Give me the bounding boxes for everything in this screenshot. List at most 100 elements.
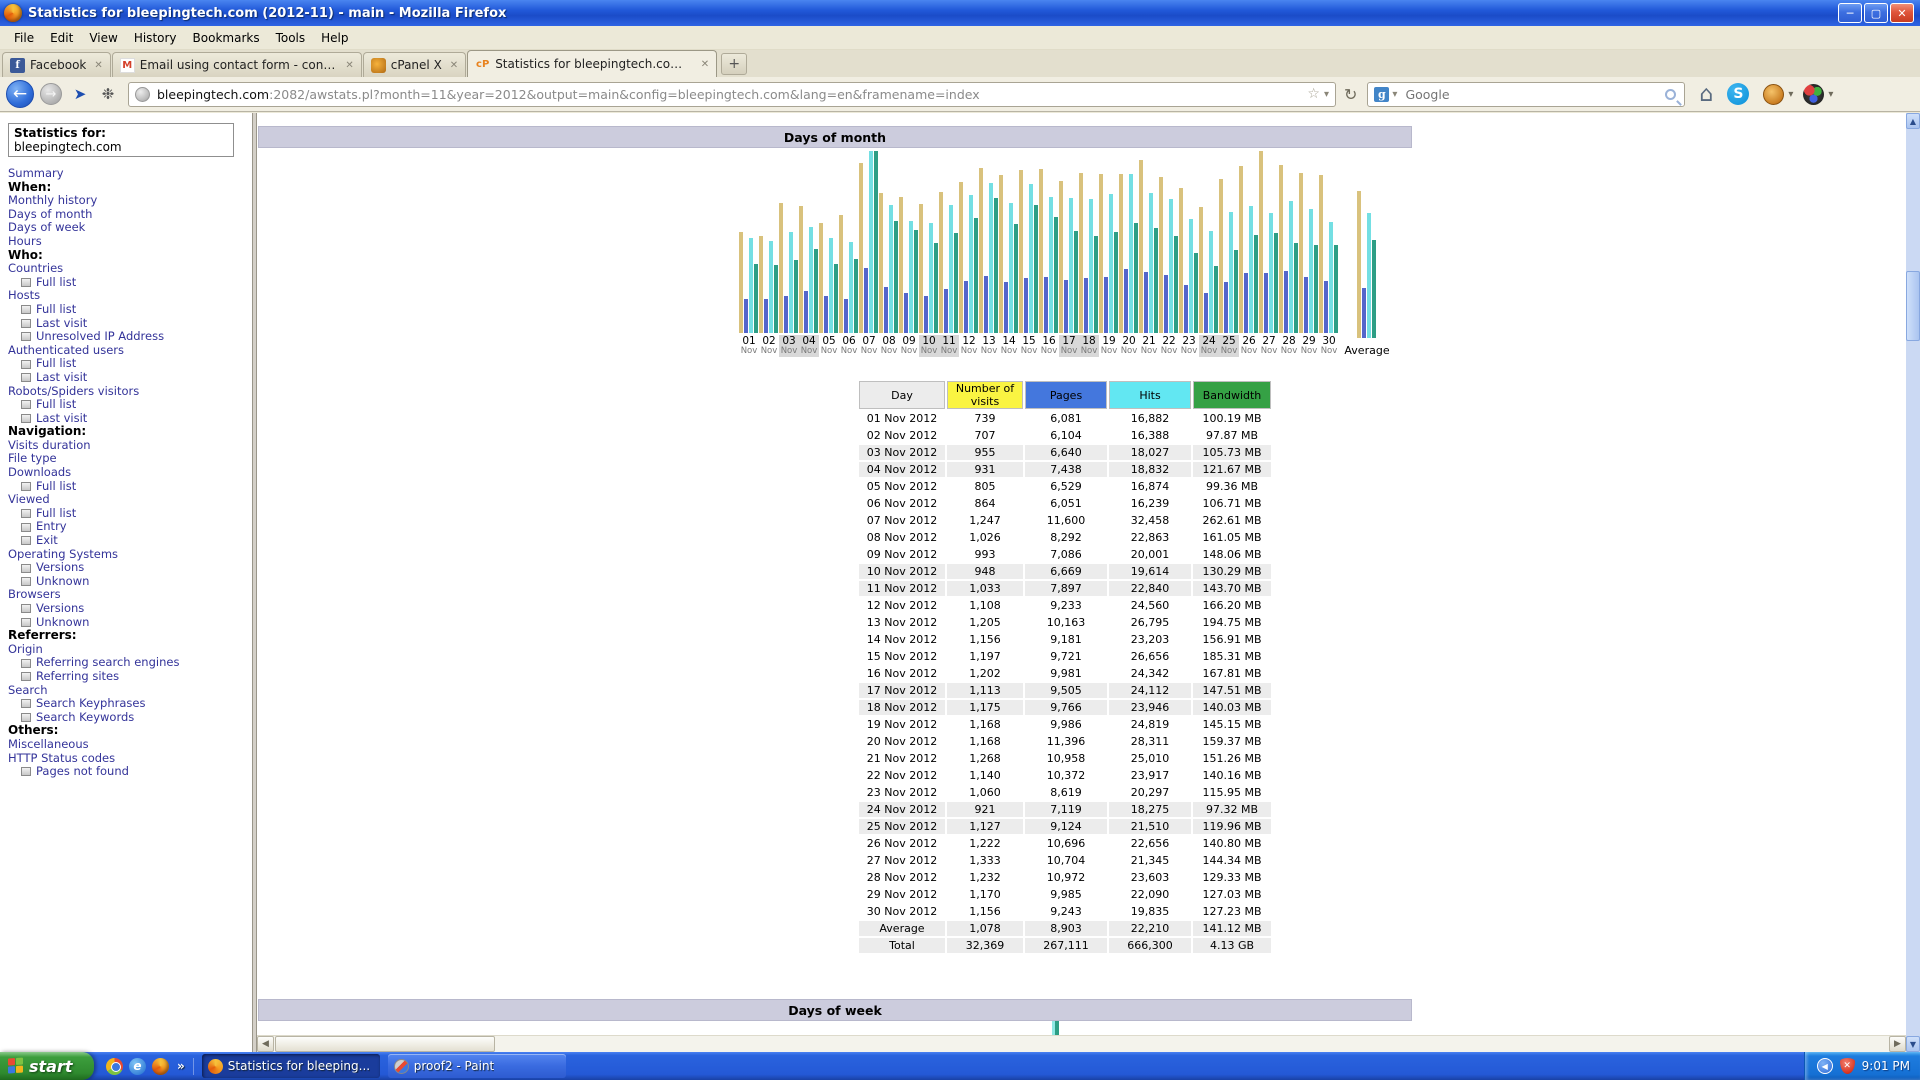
search-input[interactable]	[1405, 87, 1665, 102]
tab-4[interactable]: cPStatistics for bleepingtech.com (2012-…	[467, 50, 717, 77]
sidebar-item-days-of-month[interactable]: Days of month	[8, 208, 248, 222]
menu-item-view[interactable]: View	[81, 28, 125, 48]
colorzilla-icon[interactable]	[1803, 84, 1824, 105]
forward-button[interactable]: →	[40, 83, 62, 105]
download-addon-icon[interactable]: ➤	[70, 84, 90, 104]
cp-favicon-icon: cP	[475, 57, 490, 72]
start-button[interactable]: start	[0, 1052, 94, 1080]
security-alert-icon[interactable]: ✕	[1840, 1058, 1855, 1074]
close-button[interactable]: ✕	[1890, 3, 1914, 23]
sidebar-item-full-list[interactable]: Full list	[8, 276, 248, 290]
sidebar-item-viewed[interactable]: Viewed	[8, 493, 248, 507]
back-button[interactable]: ←	[6, 80, 34, 108]
maximize-button[interactable]: ▢	[1864, 3, 1888, 23]
home-icon[interactable]: ⌂	[1699, 82, 1713, 107]
sidebar-item-operating-systems[interactable]: Operating Systems	[8, 548, 248, 562]
sidebar-item-visits-duration[interactable]: Visits duration	[8, 439, 248, 453]
scroll-right-icon[interactable]: ▶	[1889, 1036, 1906, 1052]
sidebar-item-unresolved-ip-address[interactable]: Unresolved IP Address	[8, 330, 248, 344]
menu-item-bookmarks[interactable]: Bookmarks	[185, 28, 268, 48]
horizontal-scrollbar[interactable]: ◀ ▶	[257, 1035, 1906, 1052]
monkey-dropdown-icon[interactable]: ▾	[1788, 89, 1793, 100]
menu-item-file[interactable]: File	[6, 28, 42, 48]
window-titlebar: Statistics for bleepingtech.com (2012-11…	[0, 0, 1920, 26]
sidebar-item-label: Navigation:	[8, 424, 86, 438]
sidebar-item-last-visit[interactable]: Last visit	[8, 371, 248, 385]
sidebar-item-referring-search-engines[interactable]: Referring search engines	[8, 656, 248, 670]
sidebar-item-last-visit[interactable]: Last visit	[8, 412, 248, 426]
scroll-left-icon[interactable]: ◀	[257, 1036, 274, 1052]
menu-item-edit[interactable]: Edit	[42, 28, 81, 48]
taskbar-button-paint[interactable]: proof2 - Paint	[388, 1054, 566, 1078]
monkey-addon-icon[interactable]	[1763, 84, 1784, 105]
sidebar-item-exit[interactable]: Exit	[8, 534, 248, 548]
sidebar-item-full-list[interactable]: Full list	[8, 357, 248, 371]
sidebar-item-full-list[interactable]: Full list	[8, 507, 248, 521]
chrome-icon[interactable]	[106, 1058, 123, 1075]
search-magnifier-icon[interactable]	[1665, 89, 1676, 100]
menu-item-tools[interactable]: Tools	[268, 28, 314, 48]
sidebar-item-browsers[interactable]: Browsers	[8, 588, 248, 602]
tab-close-icon[interactable]: ✕	[345, 60, 353, 71]
sidebar-item-versions[interactable]: Versions	[8, 602, 248, 616]
tab-3[interactable]: cPanel X✕	[363, 52, 466, 77]
minimize-button[interactable]: ─	[1838, 3, 1862, 23]
search-engine-dropdown-icon[interactable]: ▾	[1392, 89, 1397, 100]
sidebar-item-monthly-history[interactable]: Monthly history	[8, 194, 248, 208]
sidebar-item-downloads[interactable]: Downloads	[8, 466, 248, 480]
skype-icon[interactable]: S	[1727, 83, 1749, 105]
sidebar-item-search[interactable]: Search	[8, 684, 248, 698]
sidebar-item-unknown[interactable]: Unknown	[8, 616, 248, 630]
sidebar-item-hours[interactable]: Hours	[8, 235, 248, 249]
horizontal-scroll-thumb[interactable]	[275, 1036, 495, 1052]
scroll-down-icon[interactable]: ▼	[1906, 1036, 1920, 1052]
sidebar-item-full-list[interactable]: Full list	[8, 303, 248, 317]
sidebar-item-hosts[interactable]: Hosts	[8, 289, 248, 303]
tab-1[interactable]: fFacebook✕	[2, 52, 111, 77]
sidebar-item-summary[interactable]: Summary	[8, 167, 248, 181]
sidebar-item-last-visit[interactable]: Last visit	[8, 317, 248, 331]
sidebar-item-versions[interactable]: Versions	[8, 561, 248, 575]
paw-addon-icon[interactable]: ❉	[98, 84, 118, 104]
sidebar-item-entry[interactable]: Entry	[8, 520, 248, 534]
sidebar-item-full-list[interactable]: Full list	[8, 398, 248, 412]
tab-close-icon[interactable]: ✕	[450, 60, 458, 71]
sidebar-item-search-keywords[interactable]: Search Keywords	[8, 711, 248, 725]
sidebar-item-miscellaneous[interactable]: Miscellaneous	[8, 738, 248, 752]
address-bar[interactable]: bleepingtech.com:2082/awstats.pl?month=1…	[128, 82, 1336, 107]
sidebar-item-http-status-codes[interactable]: HTTP Status codes	[8, 752, 248, 766]
sidebar-item-countries[interactable]: Countries	[8, 262, 248, 276]
tab-close-icon[interactable]: ✕	[701, 59, 709, 70]
tab-2[interactable]: MEmail using contact form - contactbleep…	[112, 52, 362, 77]
tray-collapse-icon[interactable]: ◀	[1817, 1058, 1833, 1074]
sidebar-item-full-list[interactable]: Full list	[8, 480, 248, 494]
sidebar-item-file-type[interactable]: File type	[8, 452, 248, 466]
firefox-quicklaunch-icon[interactable]	[152, 1058, 169, 1075]
sidebar-item-search-keyphrases[interactable]: Search Keyphrases	[8, 697, 248, 711]
quicklaunch-overflow-icon[interactable]: »	[177, 1059, 185, 1073]
sidebar-item-referring-sites[interactable]: Referring sites	[8, 670, 248, 684]
tab-close-icon[interactable]: ✕	[94, 60, 102, 71]
reload-icon[interactable]: ↻	[1344, 85, 1357, 104]
sidebar-item-robots-spiders-visitors[interactable]: Robots/Spiders visitors	[8, 385, 248, 399]
vertical-scroll-thumb[interactable]	[1906, 271, 1920, 341]
urlbar-dropdown-icon[interactable]: ▾	[1324, 89, 1329, 100]
taskbar-button-firefox[interactable]: Statistics for bleeping...	[202, 1054, 380, 1078]
sidebar-item-origin[interactable]: Origin	[8, 643, 248, 657]
menu-item-history[interactable]: History	[126, 28, 185, 48]
table-cell: 151.26 MB	[1193, 751, 1271, 766]
sidebar-item-days-of-week[interactable]: Days of week	[8, 221, 248, 235]
google-icon[interactable]: g	[1374, 87, 1389, 102]
scroll-up-icon[interactable]: ▲	[1906, 113, 1920, 129]
sidebar-item-authenticated-users[interactable]: Authenticated users	[8, 344, 248, 358]
menu-item-help[interactable]: Help	[313, 28, 356, 48]
bookmark-star-icon[interactable]: ☆	[1307, 86, 1320, 102]
sidebar-item-unknown[interactable]: Unknown	[8, 575, 248, 589]
new-tab-button[interactable]: +	[721, 53, 747, 75]
internet-explorer-icon[interactable]: e	[129, 1058, 146, 1075]
vertical-scrollbar[interactable]: ▲ ▼	[1906, 113, 1920, 1052]
sidebar-item-pages-not-found[interactable]: Pages not found	[8, 765, 248, 779]
colorzilla-dropdown-icon[interactable]: ▾	[1828, 89, 1833, 100]
search-box[interactable]: g ▾	[1367, 82, 1685, 107]
url-text[interactable]: bleepingtech.com:2082/awstats.pl?month=1…	[157, 87, 1303, 102]
